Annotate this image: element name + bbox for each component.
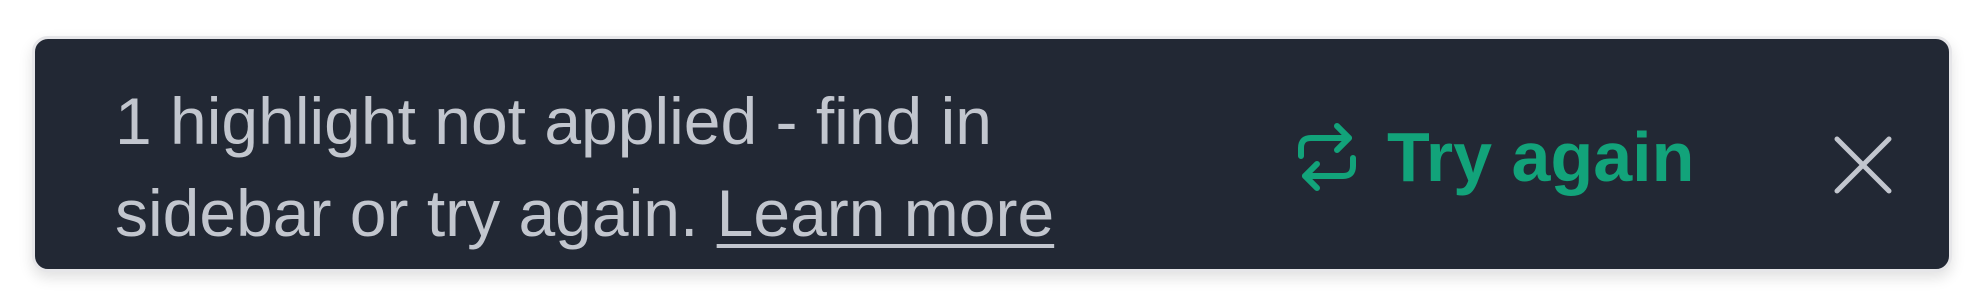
- close-icon: [1825, 127, 1901, 203]
- repeat-arrows-icon: [1297, 122, 1357, 192]
- toast-message-container: 1 highlight not applied - find in sideba…: [115, 75, 1175, 259]
- close-button[interactable]: [1825, 127, 1901, 203]
- learn-more-link[interactable]: Learn more: [717, 176, 1055, 250]
- try-again-label: Try again: [1387, 118, 1695, 196]
- try-again-button[interactable]: Try again: [1297, 109, 1694, 205]
- notification-toast: 1 highlight not applied - find in sideba…: [32, 36, 1952, 272]
